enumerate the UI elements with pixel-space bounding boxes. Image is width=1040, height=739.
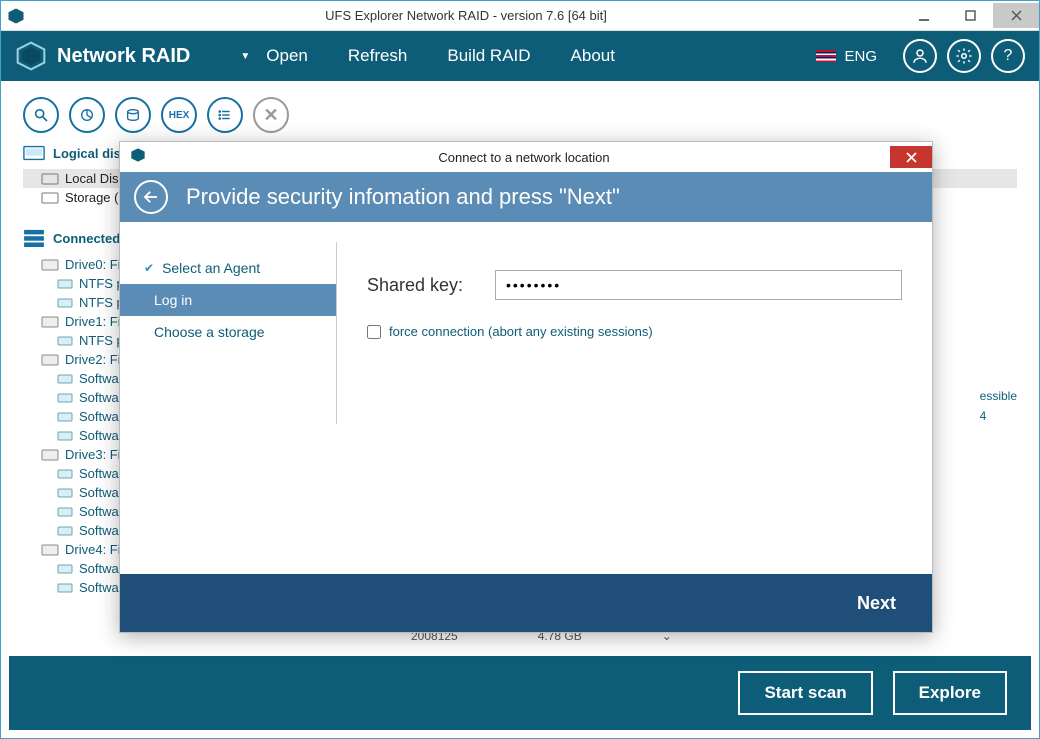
item-label: Local Disk	[65, 171, 125, 186]
item-label: Storage (	[65, 190, 118, 205]
brand-label: Network RAID	[57, 45, 190, 68]
dialog-steps: Select an Agent Log in Choose a storage	[120, 222, 336, 574]
back-button[interactable]	[134, 180, 168, 214]
brand: Network RAID	[15, 40, 190, 72]
force-connection-checkbox[interactable]	[367, 325, 381, 339]
app-icon	[1, 7, 31, 25]
dialog-close-button[interactable]	[890, 146, 932, 168]
menu-open[interactable]: Open	[266, 46, 308, 66]
peek-text: essible	[980, 389, 1017, 409]
user-button[interactable]	[903, 39, 937, 73]
next-button[interactable]: Next	[857, 593, 896, 614]
dialog-icon	[130, 147, 150, 168]
main-ribbon: Network RAID ▼ Open Refresh Build RAID A…	[1, 31, 1039, 81]
shared-key-row: Shared key:	[367, 270, 902, 300]
dialog-body: Select an Agent Log in Choose a storage …	[120, 222, 932, 574]
close-button[interactable]	[993, 3, 1039, 28]
force-connection-row[interactable]: force connection (abort any existing ses…	[367, 324, 902, 339]
pie-tool-icon[interactable]	[69, 97, 105, 133]
dialog-footer: Next	[120, 574, 932, 632]
menu-refresh[interactable]: Refresh	[348, 46, 408, 66]
brand-icon	[15, 40, 47, 72]
shared-key-input[interactable]	[495, 270, 902, 300]
menu-build-raid[interactable]: Build RAID	[447, 46, 530, 66]
footer-bar: Start scan Explore	[9, 656, 1031, 730]
search-tool-icon[interactable]	[23, 97, 59, 133]
language-label: ENG	[844, 48, 877, 65]
start-scan-button[interactable]: Start scan	[738, 671, 872, 715]
window-title: UFS Explorer Network RAID - version 7.6 …	[31, 8, 901, 23]
dialog-title: Connect to a network location	[158, 150, 890, 165]
settings-button[interactable]	[947, 39, 981, 73]
flag-icon	[816, 50, 836, 62]
dialog-titlebar: Connect to a network location	[120, 142, 932, 172]
disk-tool-icon[interactable]	[115, 97, 151, 133]
maximize-button[interactable]	[947, 3, 993, 28]
titlebar: UFS Explorer Network RAID - version 7.6 …	[1, 1, 1039, 31]
peek-text: 4	[980, 409, 1017, 429]
step-choose-storage[interactable]: Choose a storage	[120, 316, 336, 348]
force-connection-label: force connection (abort any existing ses…	[389, 324, 653, 339]
hex-tool-button[interactable]: HEX	[161, 97, 197, 133]
dialog-banner: Provide security infomation and press "N…	[120, 172, 932, 222]
help-button[interactable]: ?	[991, 39, 1025, 73]
minimize-button[interactable]	[901, 3, 947, 28]
step-select-agent[interactable]: Select an Agent	[120, 252, 336, 284]
menu-dropdown-caret-icon[interactable]: ▼	[240, 51, 250, 62]
step-login[interactable]: Log in	[120, 284, 336, 316]
banner-text: Provide security infomation and press "N…	[186, 184, 620, 210]
menu-about[interactable]: About	[571, 46, 615, 66]
list-tool-icon[interactable]	[207, 97, 243, 133]
cancel-tool-icon[interactable]: ✕	[253, 97, 289, 133]
toolbar: HEX ✕	[1, 81, 1039, 139]
shared-key-label: Shared key:	[367, 275, 477, 296]
network-connect-dialog: Connect to a network location Provide se…	[119, 141, 933, 633]
explore-button[interactable]: Explore	[893, 671, 1007, 715]
dialog-form: Shared key: force connection (abort any …	[337, 222, 932, 574]
right-peek: essible 4	[980, 389, 1017, 429]
language-selector[interactable]: ENG	[816, 48, 877, 65]
